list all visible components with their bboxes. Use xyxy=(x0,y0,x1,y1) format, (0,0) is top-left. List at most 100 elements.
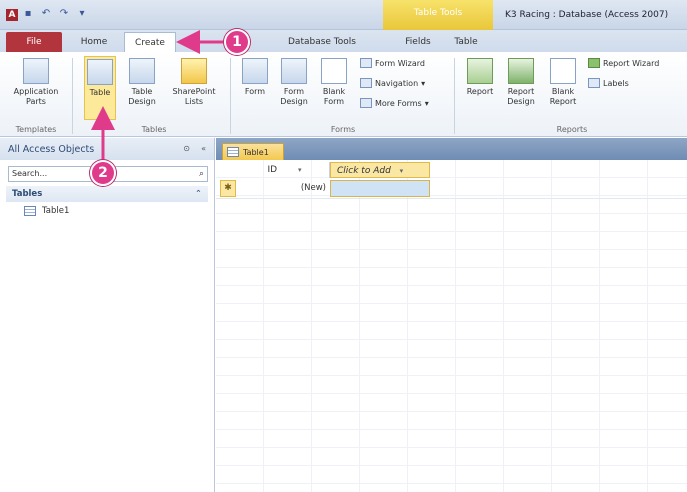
tab-database-tools[interactable]: Database Tools xyxy=(282,32,362,52)
chevron-down-icon[interactable]: ▾ xyxy=(400,167,404,175)
table-design-button[interactable]: Table Design xyxy=(122,58,162,107)
row-divider xyxy=(216,198,687,199)
document-tab-table1[interactable]: Table1 xyxy=(222,143,284,160)
id-cell-new[interactable]: (New) xyxy=(240,180,330,197)
chevron-down-icon: ▾ xyxy=(424,98,429,108)
search-icon[interactable]: ⌕ xyxy=(199,167,204,181)
customize-qat-icon[interactable]: ▾ xyxy=(76,8,88,20)
more-forms-button[interactable]: More Forms ▾ xyxy=(360,98,429,108)
group-label-forms: Forms xyxy=(330,125,356,134)
column-header-id[interactable]: ID ▾ xyxy=(240,162,330,178)
active-cell[interactable] xyxy=(330,180,430,197)
quick-access-toolbar: ▪ ↶ ↷ ▾ xyxy=(22,8,88,20)
table-icon xyxy=(24,206,36,216)
application-parts-icon xyxy=(23,58,49,84)
redo-icon[interactable]: ↷ xyxy=(58,8,70,20)
collapse-icon[interactable]: ⌃ xyxy=(195,186,202,202)
context-tab-group-label: Table Tools xyxy=(383,0,493,30)
form-design-label: Form Design xyxy=(280,87,308,106)
report-design-label: Report Design xyxy=(507,87,535,106)
document-tab-label: Table1 xyxy=(243,147,269,157)
access-app-icon[interactable]: A xyxy=(6,9,18,21)
report-wizard-label: Report Wizard xyxy=(603,58,660,68)
blank-form-button[interactable]: Blank Form xyxy=(316,58,352,107)
group-separator xyxy=(454,58,455,134)
column-header-label: Click to Add xyxy=(337,166,391,176)
report-wizard-button[interactable]: Report Wizard xyxy=(588,58,659,68)
chevron-down-icon[interactable]: ▾ xyxy=(298,166,302,174)
report-design-button[interactable]: Report Design xyxy=(502,58,540,107)
group-separator xyxy=(72,58,73,134)
table-design-label: Table Design xyxy=(128,87,156,106)
tab-fields[interactable]: Fields xyxy=(398,32,438,52)
nav-group-tables[interactable]: Tables ⌃ xyxy=(6,186,208,202)
title-bar: A ▪ ↶ ↷ ▾ Table Tools K3 Racing : Databa… xyxy=(0,0,687,30)
application-parts-label: Application Parts xyxy=(13,87,59,106)
sharepoint-lists-icon xyxy=(181,58,207,84)
tab-home[interactable]: Home xyxy=(70,32,118,52)
group-label-templates: Templates xyxy=(15,125,57,134)
window-title: K3 Racing : Database (Access 2007) xyxy=(505,10,669,20)
table-icon xyxy=(227,147,239,157)
table-icon xyxy=(87,59,113,85)
document-tab-bar: Table1 xyxy=(216,138,687,160)
nav-group-label: Tables xyxy=(12,189,43,199)
blank-report-button[interactable]: Blank Report xyxy=(544,58,582,107)
report-label: Report xyxy=(466,87,494,96)
nav-pane-menu-icon[interactable]: ⊙ xyxy=(183,144,190,153)
form-design-icon xyxy=(281,58,307,84)
sharepoint-lists-button[interactable]: SharePoint Lists xyxy=(166,58,222,107)
form-label: Form xyxy=(244,87,266,96)
group-label-tables: Tables xyxy=(141,125,167,134)
callout-2: 2 xyxy=(90,160,116,186)
form-wizard-button[interactable]: Form Wizard xyxy=(360,58,425,68)
form-button[interactable]: Form xyxy=(238,58,272,97)
ribbon: Application Parts Templates Table Table … xyxy=(0,52,687,137)
shutter-bar-close-icon[interactable]: « xyxy=(201,144,206,153)
column-header-label: ID xyxy=(267,165,278,175)
table-button[interactable]: Table xyxy=(84,56,116,120)
table-label: Table xyxy=(89,88,111,97)
more-forms-icon xyxy=(360,98,372,108)
save-icon[interactable]: ▪ xyxy=(22,8,34,20)
navigation-label: Navigation xyxy=(375,78,419,88)
navigation-pane: All Access Objects ⊙ « Search... ⌕ Table… xyxy=(0,138,215,492)
form-wizard-icon xyxy=(360,58,372,68)
report-design-icon xyxy=(508,58,534,84)
nav-item-label: Table1 xyxy=(42,206,70,216)
blank-form-icon xyxy=(321,58,347,84)
report-icon xyxy=(467,58,493,84)
chevron-down-icon: ▾ xyxy=(421,78,426,88)
datasheet-grid[interactable]: ID ▾ Click to Add ▾ ✱ (New) xyxy=(216,160,687,492)
labels-button[interactable]: Labels xyxy=(588,78,629,88)
sharepoint-lists-label: SharePoint Lists xyxy=(172,87,216,106)
blank-form-label: Blank Form xyxy=(322,87,346,106)
nav-pane-title: All Access Objects xyxy=(8,143,95,155)
labels-label: Labels xyxy=(603,78,629,88)
tab-create[interactable]: Create xyxy=(124,32,176,52)
form-wizard-label: Form Wizard xyxy=(375,58,425,68)
undo-icon[interactable]: ↶ xyxy=(40,8,52,20)
column-header-click-to-add[interactable]: Click to Add ▾ xyxy=(330,162,430,178)
blank-report-label: Blank Report xyxy=(549,87,577,106)
more-forms-label: More Forms xyxy=(375,98,422,108)
nav-search-value: Search... xyxy=(12,169,48,178)
application-parts-button[interactable]: Application Parts xyxy=(6,58,66,107)
navigation-icon xyxy=(360,78,372,88)
labels-icon xyxy=(588,78,600,88)
nav-item-table1[interactable]: Table1 xyxy=(24,206,214,216)
report-wizard-icon xyxy=(588,58,600,68)
form-design-button[interactable]: Form Design xyxy=(276,58,312,107)
table-design-icon xyxy=(129,58,155,84)
nav-pane-header[interactable]: All Access Objects ⊙ « xyxy=(0,138,214,160)
tab-file[interactable]: File xyxy=(6,32,62,52)
ribbon-tab-row: File Home Create Database Tools Fields T… xyxy=(0,30,687,52)
navigation-button[interactable]: Navigation ▾ xyxy=(360,78,425,88)
new-record-selector[interactable]: ✱ xyxy=(220,180,236,197)
document-area: Table1 ID ▾ Click to Add ▾ ✱ (New) xyxy=(216,138,687,492)
callout-1: 1 xyxy=(224,29,250,55)
tab-table[interactable]: Table xyxy=(446,32,486,52)
form-icon xyxy=(242,58,268,84)
group-label-reports: Reports xyxy=(556,125,588,134)
report-button[interactable]: Report xyxy=(462,58,498,97)
